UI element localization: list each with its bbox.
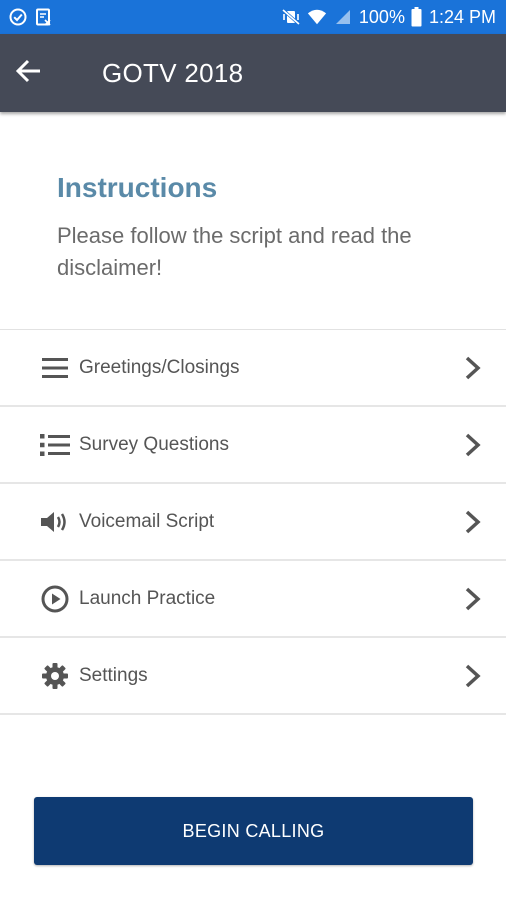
menu-item-launch-practice[interactable]: Launch Practice (0, 561, 506, 638)
app-bar: GOTV 2018 (0, 34, 506, 112)
wifi-icon (307, 7, 327, 27)
chevron-right-icon (462, 584, 484, 614)
instructions-section: Instructions Please follow the script an… (57, 172, 477, 284)
status-right: 100% 1:24 PM (281, 7, 496, 28)
text-message-icon (34, 7, 54, 27)
menu-item-label: Survey Questions (79, 433, 229, 455)
menu-item-label: Launch Practice (79, 587, 216, 609)
chevron-right-icon (462, 430, 484, 460)
arrow-left-icon (15, 58, 42, 89)
menu-item-voicemail-script[interactable]: Voicemail Script (0, 484, 506, 561)
check-circle-icon (8, 7, 28, 27)
play-circle-icon (40, 584, 70, 614)
cell-signal-icon (333, 7, 353, 27)
status-bar: 100% 1:24 PM (0, 0, 506, 34)
menu-item-greetings-closings[interactable]: Greetings/Closings (0, 330, 506, 407)
list-bullets-icon (40, 430, 70, 460)
menu-item-label: Voicemail Script (79, 510, 215, 532)
instructions-body: Please follow the script and read the di… (57, 223, 412, 280)
chevron-right-icon (462, 661, 484, 691)
menu-item-label: Settings (79, 664, 148, 686)
battery-icon (411, 7, 423, 27)
status-left (8, 7, 54, 27)
gear-icon (40, 661, 70, 691)
menu-item-label: Greetings/Closings (79, 356, 240, 378)
speaker-icon (40, 507, 70, 537)
vibrate-mute-icon (281, 7, 301, 27)
menu-item-settings[interactable]: Settings (0, 638, 506, 715)
back-button[interactable] (15, 34, 78, 112)
begin-calling-button[interactable]: BEGIN CALLING (34, 797, 473, 865)
page-title: GOTV 2018 (102, 57, 244, 88)
instructions-heading: Instructions (57, 172, 218, 203)
status-time: 1:24 PM (428, 6, 496, 27)
menu-list: Greetings/Closings Survey Questions Voic… (0, 329, 506, 715)
chevron-right-icon (462, 507, 484, 537)
battery-percent: 100% (358, 6, 405, 27)
menu-item-survey-questions[interactable]: Survey Questions (0, 407, 506, 484)
chevron-right-icon (462, 353, 484, 383)
menu-lines-icon (40, 353, 70, 383)
